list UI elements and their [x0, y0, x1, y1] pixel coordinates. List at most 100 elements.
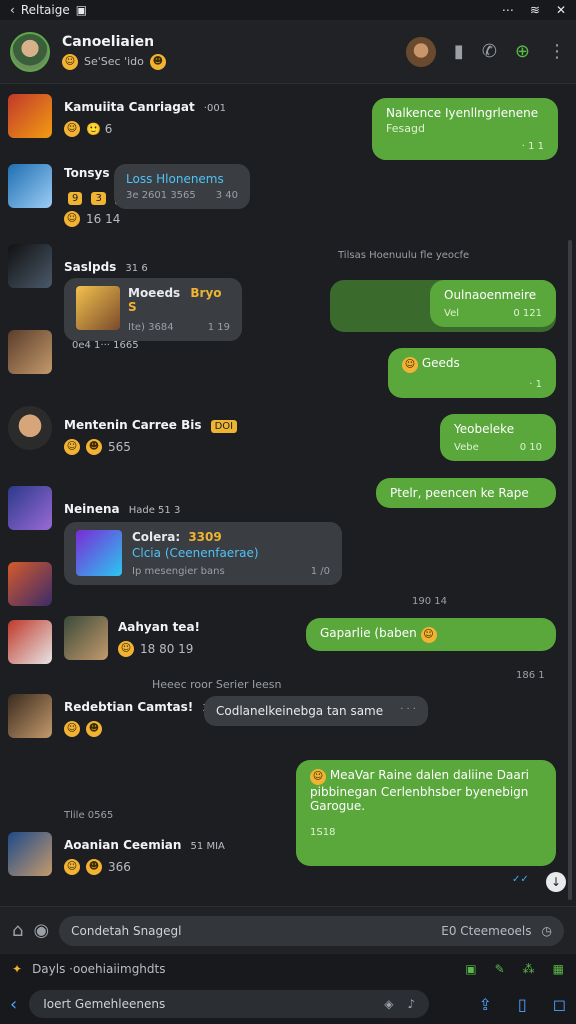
card-footer: Ip mesengier bans: [132, 566, 225, 577]
message-time: 186 1: [516, 670, 545, 681]
outgoing-bubble[interactable]: Ptelr, peencen ke Rape: [376, 478, 556, 508]
app-label: Reltaige: [20, 3, 70, 17]
time-divider: 190 14: [412, 596, 447, 607]
message-row: [8, 832, 52, 876]
message-time: · 1: [529, 379, 542, 390]
sender-avatar[interactable]: [8, 486, 52, 530]
card-badge: 3309: [188, 530, 222, 544]
pen-icon[interactable]: ✎: [495, 962, 505, 976]
sender-avatar[interactable]: [8, 164, 52, 208]
incoming-bubble[interactable]: Codlanelkeinebga tan same · · ·: [204, 696, 428, 726]
home-icon[interactable]: ⌂: [12, 921, 23, 940]
sender-photo[interactable]: [64, 616, 108, 660]
media-thumbnail[interactable]: [76, 530, 122, 576]
close-icon[interactable]: ✕: [556, 3, 566, 17]
message-list[interactable]: Kamuiita Canriagat ·001 ☺ 🙂 6 Nalkence I…: [0, 84, 576, 906]
header-info[interactable]: Canoeliaien ☺ Se'Sec 'ido ☻: [62, 34, 166, 70]
sender-avatar[interactable]: [8, 832, 52, 876]
media-meta: 0e4 1··· 1665: [72, 340, 139, 351]
sparkle-icon[interactable]: ✦: [12, 962, 22, 976]
reactions[interactable]: ☺ ☻ 366: [64, 859, 225, 875]
sender-avatar[interactable]: [8, 330, 52, 374]
sender-avatar[interactable]: [8, 244, 52, 288]
message-meta: Aoanian Ceemian 51 MIA ☺ ☻ 366: [64, 834, 225, 875]
back-icon[interactable]: ‹: [10, 994, 17, 1015]
add-call-icon[interactable]: ⊕: [515, 42, 530, 61]
message-time: · 1 1: [521, 141, 544, 152]
grid-icon[interactable]: ▦: [553, 962, 564, 976]
message-subtext: Garogue.: [310, 799, 366, 813]
media-card[interactable]: Moeeds Bryo S Ite) 3684 1 19: [64, 278, 242, 341]
sender-avatar[interactable]: [8, 94, 52, 138]
reaction-count: 565: [108, 440, 131, 454]
video-call-icon[interactable]: ▮: [454, 42, 464, 61]
message-input[interactable]: Condetah Snagegl E0 Cteemeoels ◷: [59, 915, 564, 946]
voice-call-icon[interactable]: ✆: [482, 42, 497, 61]
suggestion-label[interactable]: Dayls ·ooehiaiimghdts: [32, 962, 165, 976]
more-icon[interactable]: ⋯: [502, 3, 514, 17]
message-meta: Mentenin Carree Bis DOI ☺ ☻ 565: [64, 414, 238, 455]
message-text: Nalkence Iyenllngrlenene: [386, 106, 539, 120]
emoji-icon: ☺: [64, 721, 80, 737]
outgoing-bubble[interactable]: Yeobeleke Vebe 0 10: [440, 414, 556, 461]
message-subtext: Vel: [444, 308, 459, 319]
chat-icon[interactable]: ◻: [553, 995, 566, 1014]
book-icon[interactable]: ▯: [518, 995, 527, 1014]
menu-dots-icon[interactable]: ⋮: [548, 42, 566, 61]
shield-icon[interactable]: ◈: [384, 997, 393, 1011]
mic-icon[interactable]: ♪: [408, 997, 416, 1011]
scroll-down-icon[interactable]: ↓: [546, 872, 566, 892]
media-thumbnail[interactable]: [76, 286, 120, 330]
subtitle-text: Se'Sec 'ido: [84, 55, 144, 68]
reactions[interactable]: ☺ ☻ 565: [64, 439, 237, 455]
share-icon[interactable]: ⇪: [479, 995, 492, 1014]
message-text: Loss Hlonenems: [126, 172, 224, 186]
outgoing-bubble[interactable]: Gaparlie (baben ☺: [306, 618, 556, 651]
reactions[interactable]: ☺ 16 14: [64, 211, 129, 227]
message-text: Gaparlie (baben: [320, 626, 417, 640]
header-actions: ▮ ✆ ⊕ ⋮: [405, 36, 566, 67]
message-row: [8, 486, 52, 530]
clock-icon[interactable]: ◷: [542, 924, 552, 938]
emoji-icon: ☺: [118, 641, 134, 657]
back-arrow-icon[interactable]: ‹: [10, 3, 15, 17]
scrollbar[interactable]: [568, 240, 572, 900]
apps-icon[interactable]: ⁂: [523, 962, 535, 976]
sticker-icon[interactable]: ▣: [465, 962, 476, 976]
outgoing-bubble[interactable]: Nalkence Iyenllngrlenene Fesagd · 1 1: [372, 98, 558, 160]
sender-avatar[interactable]: [8, 620, 52, 664]
group-avatar[interactable]: [10, 31, 50, 72]
composer: ⌂ ◉ Condetah Snagegl E0 Cteemeoels ◷: [0, 906, 576, 954]
outgoing-bubble[interactable]: ☺ MeaVar Raine dalen daliine Daari pibbi…: [296, 760, 556, 866]
sender-name: Saslpds: [64, 260, 117, 274]
message-meta: Aahyan tea! ☺ 18 80 19: [64, 616, 200, 660]
sender-avatar[interactable]: [8, 406, 52, 450]
status-bar: ‹ Reltaige ▣ ⋯ ≋ ✕: [0, 0, 576, 20]
emoji-icon: ☺: [310, 769, 326, 785]
outgoing-bubble[interactable]: Oulnaoenmeire Vel 0 121: [430, 280, 556, 327]
camera-icon[interactable]: ◉: [33, 921, 49, 940]
sender-meta: Hade 51 3: [128, 505, 181, 516]
card-title: Moeeds: [128, 286, 181, 300]
message-text: Codlanelkeinebga tan same: [216, 704, 384, 718]
wifi-icon: ≋: [529, 3, 540, 17]
bottom-input[interactable]: Ioert Gemehleenens ◈ ♪: [29, 990, 430, 1018]
sender-avatar[interactable]: [8, 562, 52, 606]
message-meta: Saslpds 31 6: [64, 256, 148, 275]
sender-name: Aahyan tea!: [118, 620, 201, 634]
reactions[interactable]: ☺ 🙂 6: [64, 121, 226, 137]
sender-name: Kamuiita Canriagat: [64, 100, 195, 114]
message-subtext: pibbinegan Cerlenbhsber byenebign: [310, 785, 529, 799]
reactions[interactable]: ☺ ☻: [64, 721, 221, 737]
participant-avatar[interactable]: [405, 36, 436, 67]
notification-icon: ▣: [75, 3, 88, 17]
sender-avatar[interactable]: [8, 694, 52, 738]
incoming-bubble[interactable]: Loss Hlonenems 3e 2601 3565 3 40: [114, 164, 250, 209]
message-time: 0 121: [513, 308, 542, 319]
media-card[interactable]: Colera: 3309 Clcia (Ceenenfaerae) Ip mes…: [64, 522, 342, 585]
outgoing-bubble[interactable]: ☺ Geeds · 1: [388, 348, 556, 398]
message-row: [8, 244, 52, 288]
reactions[interactable]: ☺ 18 80 19: [118, 641, 200, 657]
sender-name: Mentenin Carree Bis: [64, 418, 202, 432]
message-time: · · ·: [400, 704, 416, 715]
